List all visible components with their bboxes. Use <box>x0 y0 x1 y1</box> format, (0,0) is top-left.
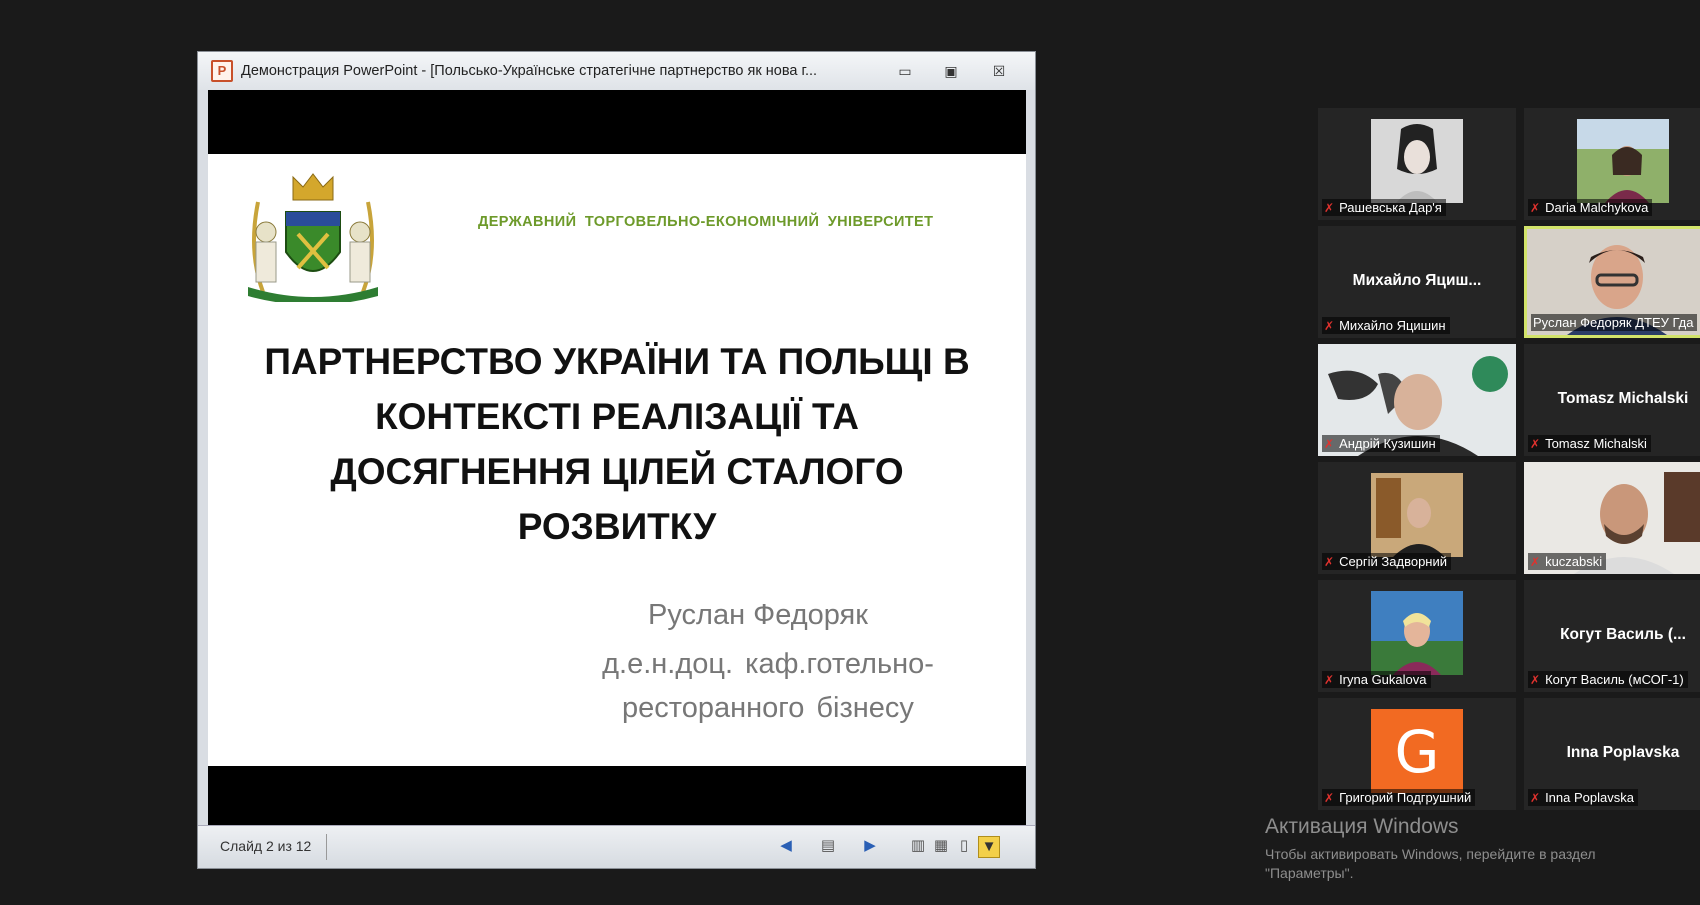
participant-label: ✗ kuczabski <box>1528 553 1607 570</box>
powerpoint-icon: P <box>211 60 233 82</box>
participant-label: ✗ Андрій Кузишин <box>1322 435 1440 452</box>
activation-line-1: Чтобы активировать Windows, перейдите в … <box>1265 846 1596 862</box>
participant-video <box>1371 119 1463 203</box>
participant-video <box>1577 119 1669 203</box>
slideshow-icon[interactable]: ▼ <box>978 836 1000 858</box>
participant-label: ✗ Михайло Яцишин <box>1322 317 1450 334</box>
participant-video <box>1371 591 1463 675</box>
participant-label: Руслан Федоряк ДТЕУ Гда <box>1531 314 1698 331</box>
participant-tile[interactable]: Inna Poplavska ✗ Inna Poplavska <box>1524 698 1700 810</box>
normal-view-icon[interactable]: ▥ <box>908 836 928 856</box>
slide-menu-icon[interactable]: ▤ <box>818 836 838 856</box>
powerpoint-window: P Демонстрация PowerPoint - [Польсько-Ук… <box>197 51 1036 869</box>
university-crest-icon <box>248 173 378 302</box>
participant-label: ✗ Inna Poplavska <box>1528 789 1638 806</box>
participant-tile[interactable]: ✗ kuczabski <box>1524 462 1700 574</box>
windows-activation-watermark: Активация Windows Чтобы активировать Win… <box>1265 815 1596 883</box>
participant-display-name: Inna Poplavska <box>1566 744 1680 761</box>
participant-tile-active-speaker[interactable]: Руслан Федоряк ДТЕУ Гда <box>1524 226 1700 338</box>
participant-label: ✗ Григорий Подгрушний <box>1322 789 1476 806</box>
mic-muted-icon: ✗ <box>1530 436 1541 451</box>
participant-avatar: G <box>1371 709 1463 793</box>
participant-tile[interactable]: Михайло Яциш... ✗ Михайло Яцишин <box>1318 226 1516 338</box>
mic-muted-icon: ✗ <box>1530 790 1541 805</box>
mic-muted-icon: ✗ <box>1324 436 1335 451</box>
minimize-button[interactable]: ▭ <box>894 62 916 80</box>
slide-counter: Слайд 2 из 12 <box>220 838 312 854</box>
participant-label: ✗ Рашевська Дар'я <box>1322 199 1446 216</box>
previous-slide-icon[interactable]: ◀ <box>776 836 796 856</box>
mic-muted-icon: ✗ <box>1530 200 1541 215</box>
participant-label: ✗ Iryna Gukalova <box>1322 671 1431 688</box>
participant-tile[interactable]: ✗ Daria Malchykova <box>1524 108 1700 220</box>
mic-muted-icon: ✗ <box>1324 200 1335 215</box>
mic-muted-icon: ✗ <box>1324 554 1335 569</box>
activation-title: Активация Windows <box>1265 815 1459 838</box>
participant-label: ✗ Когут Василь (мСОГ-1) <box>1528 671 1688 688</box>
participant-label: ✗ Daria Malchykova <box>1528 199 1653 216</box>
participant-tile[interactable]: ✗ Рашевська Дар'я <box>1318 108 1516 220</box>
mic-muted-icon: ✗ <box>1324 790 1335 805</box>
participant-tile[interactable]: ✗ Андрій Кузишин <box>1318 344 1516 456</box>
participant-tile[interactable]: ✗ Сергій Задворний <box>1318 462 1516 574</box>
status-bar: Слайд 2 из 12 ◀ ▤ ▶ ▥ ▦ ▯ ▼ <box>198 825 1035 868</box>
participant-label: ✗ Сергій Задворний <box>1322 553 1452 570</box>
participant-display-name: Tomasz Michalski <box>1557 390 1689 407</box>
slide-title: ПАРТНЕРСТВО УКРАЇНИ ТА ПОЛЬЩІ В КОНТЕКСТ… <box>264 341 970 547</box>
participant-video <box>1371 473 1463 557</box>
author-position: д.е.н.доц. каф.готельно-ресторанного біз… <box>602 648 934 724</box>
mic-muted-icon: ✗ <box>1530 672 1541 687</box>
next-slide-icon[interactable]: ▶ <box>860 836 880 856</box>
close-button[interactable]: ☒ <box>988 62 1010 80</box>
maximize-button[interactable]: ▣ <box>940 62 962 80</box>
mic-muted-icon: ✗ <box>1530 554 1541 569</box>
slide-viewport[interactable]: ДЕРЖАВНИЙ ТОРГОВЕЛЬНО-ЕКОНОМІЧНИЙ УНІВЕР… <box>208 90 1026 828</box>
participant-display-name: Михайло Яциш... <box>1352 272 1482 289</box>
mic-muted-icon: ✗ <box>1324 318 1335 333</box>
participant-label: ✗ Tomasz Michalski <box>1528 435 1651 452</box>
author-name: Руслан Федоряк <box>648 599 868 631</box>
participant-tile[interactable]: G ✗ Григорий Подгрушний <box>1318 698 1516 810</box>
participant-tile[interactable]: Когут Василь (... ✗ Когут Василь (мСОГ-1) <box>1524 580 1700 692</box>
participant-tile[interactable]: Tomasz Michalski ✗ Tomasz Michalski <box>1524 344 1700 456</box>
activation-line-2: "Параметры". <box>1265 865 1354 881</box>
window-titlebar[interactable]: P Демонстрация PowerPoint - [Польсько-Ук… <box>198 52 1035 90</box>
slide: ДЕРЖАВНИЙ ТОРГОВЕЛЬНО-ЕКОНОМІЧНИЙ УНІВЕР… <box>208 154 1026 766</box>
slide-sorter-icon[interactable]: ▦ <box>931 836 951 856</box>
reading-view-icon[interactable]: ▯ <box>954 836 974 856</box>
status-separator <box>326 834 327 860</box>
participant-tile[interactable]: ✗ Iryna Gukalova <box>1318 580 1516 692</box>
window-title: Демонстрация PowerPoint - [Польсько-Укра… <box>241 63 818 79</box>
university-name: ДЕРЖАВНИЙ ТОРГОВЕЛЬНО-ЕКОНОМІЧНИЙ УНІВЕР… <box>478 214 934 230</box>
mic-muted-icon: ✗ <box>1324 672 1335 687</box>
participant-display-name: Когут Василь (... <box>1560 626 1686 643</box>
